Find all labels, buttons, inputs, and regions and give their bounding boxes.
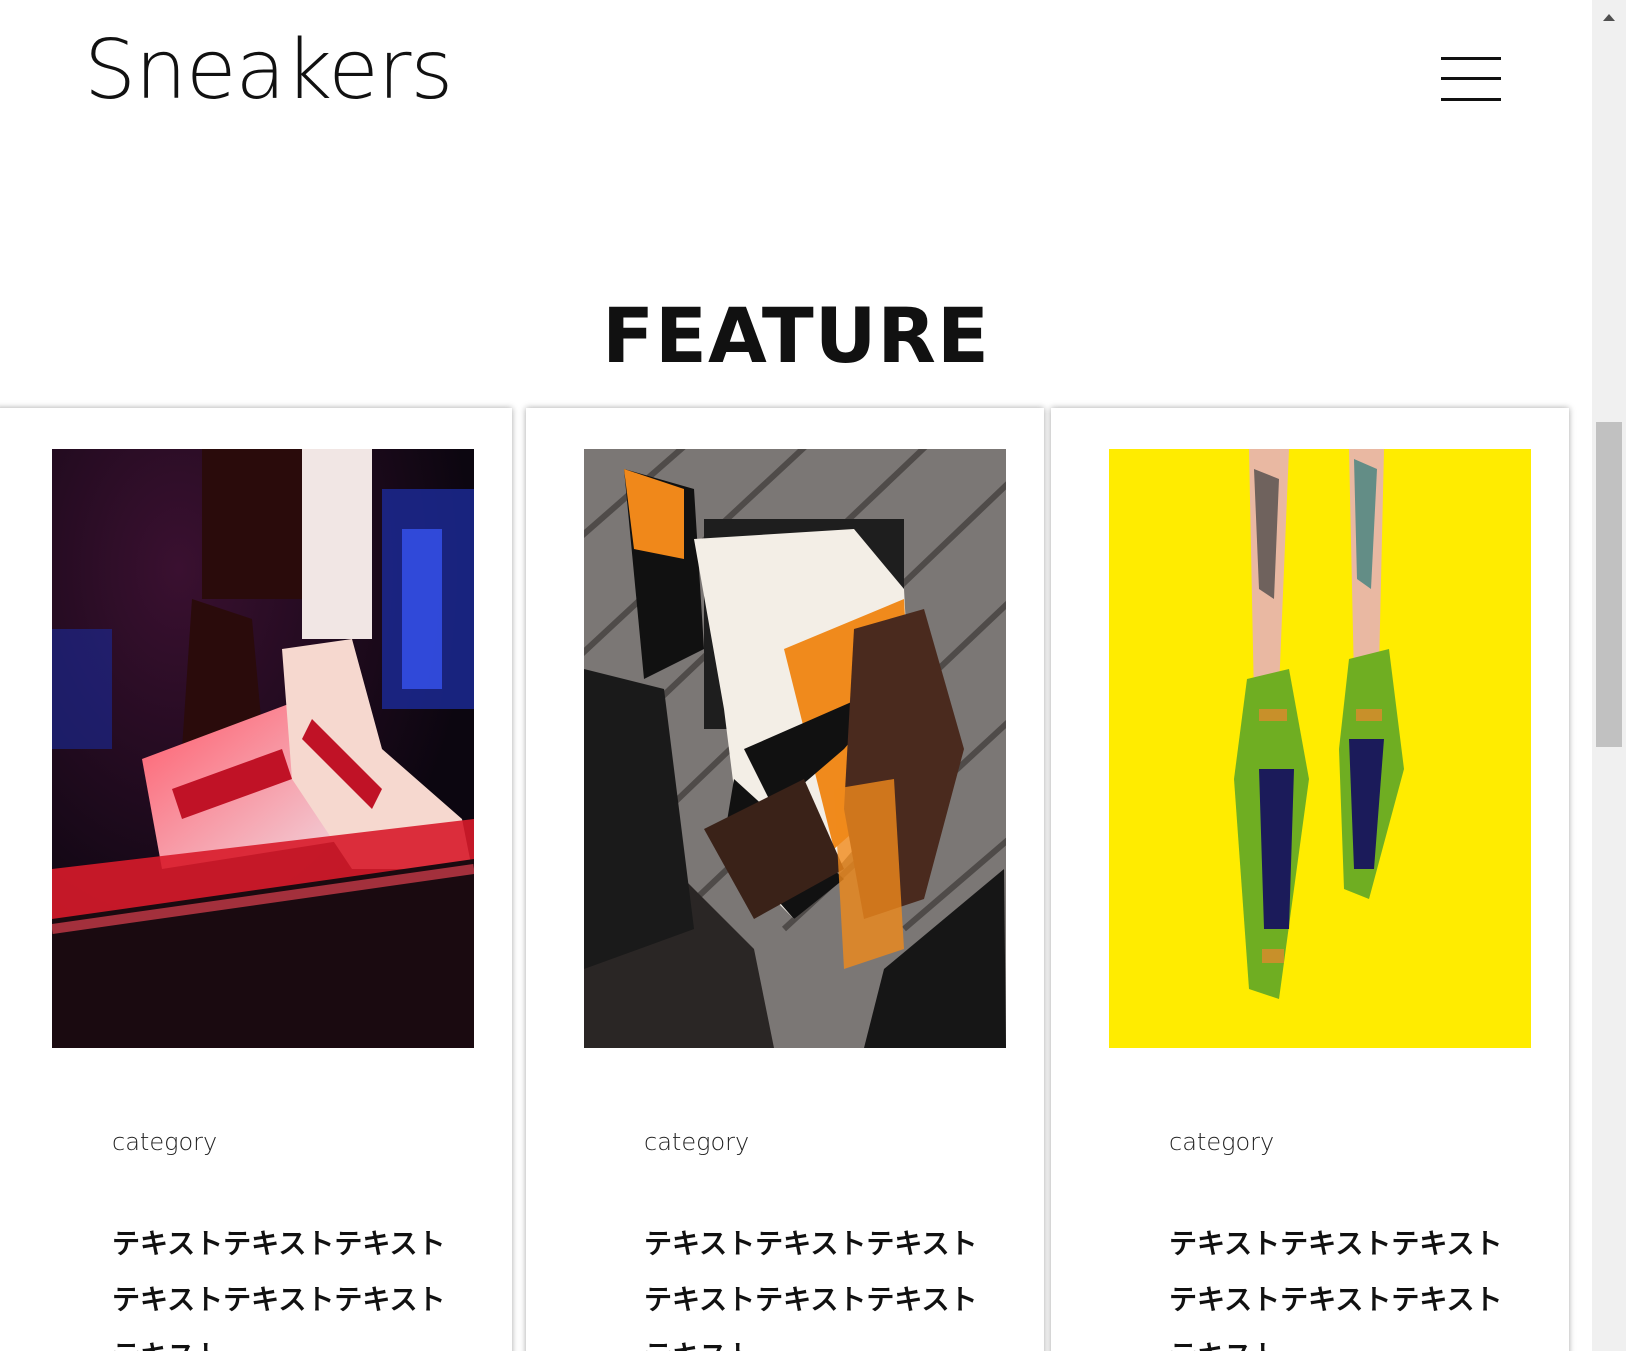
scroll-up-arrow-icon[interactable] bbox=[1592, 0, 1626, 34]
hamburger-line bbox=[1441, 77, 1501, 80]
site-logo[interactable]: Sneakers bbox=[84, 30, 453, 112]
feature-card[interactable]: category テキストテキストテキストテキストテキストテキストテキスト bbox=[0, 408, 512, 1351]
card-category: category bbox=[644, 1128, 750, 1156]
vertical-scrollbar[interactable] bbox=[1592, 0, 1626, 1351]
card-category: category bbox=[112, 1128, 218, 1156]
card-image-nike[interactable] bbox=[584, 449, 1006, 1048]
feature-card[interactable]: category テキストテキストテキストテキストテキストテキストテキスト bbox=[1051, 408, 1569, 1351]
card-image-green-sneakers[interactable] bbox=[1109, 449, 1531, 1048]
card-image-reebok[interactable] bbox=[52, 449, 474, 1048]
feature-card[interactable]: category テキストテキストテキストテキストテキストテキストテキスト bbox=[526, 408, 1044, 1351]
hamburger-line bbox=[1441, 57, 1501, 60]
page-viewport: Sneakers FEATURE category テキストテキストテキストテキ… bbox=[0, 0, 1592, 1351]
scrollbar-thumb[interactable] bbox=[1596, 422, 1622, 747]
section-title: FEATURE bbox=[602, 291, 990, 380]
hamburger-menu-icon[interactable] bbox=[1441, 57, 1501, 103]
card-title[interactable]: テキストテキストテキストテキストテキストテキストテキスト bbox=[1169, 1216, 1529, 1351]
hamburger-line bbox=[1441, 98, 1501, 101]
card-title[interactable]: テキストテキストテキストテキストテキストテキストテキスト bbox=[112, 1216, 472, 1351]
card-category: category bbox=[1169, 1128, 1275, 1156]
card-title[interactable]: テキストテキストテキストテキストテキストテキストテキスト bbox=[644, 1216, 1004, 1351]
